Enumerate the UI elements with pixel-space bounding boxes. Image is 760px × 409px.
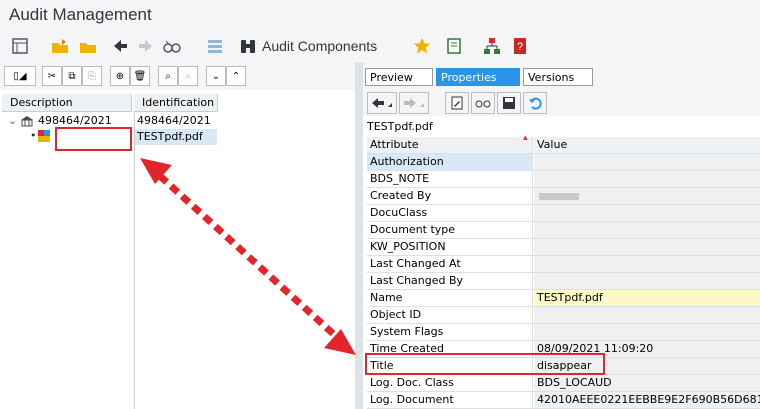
dashed-arrow-overlay xyxy=(140,158,356,355)
